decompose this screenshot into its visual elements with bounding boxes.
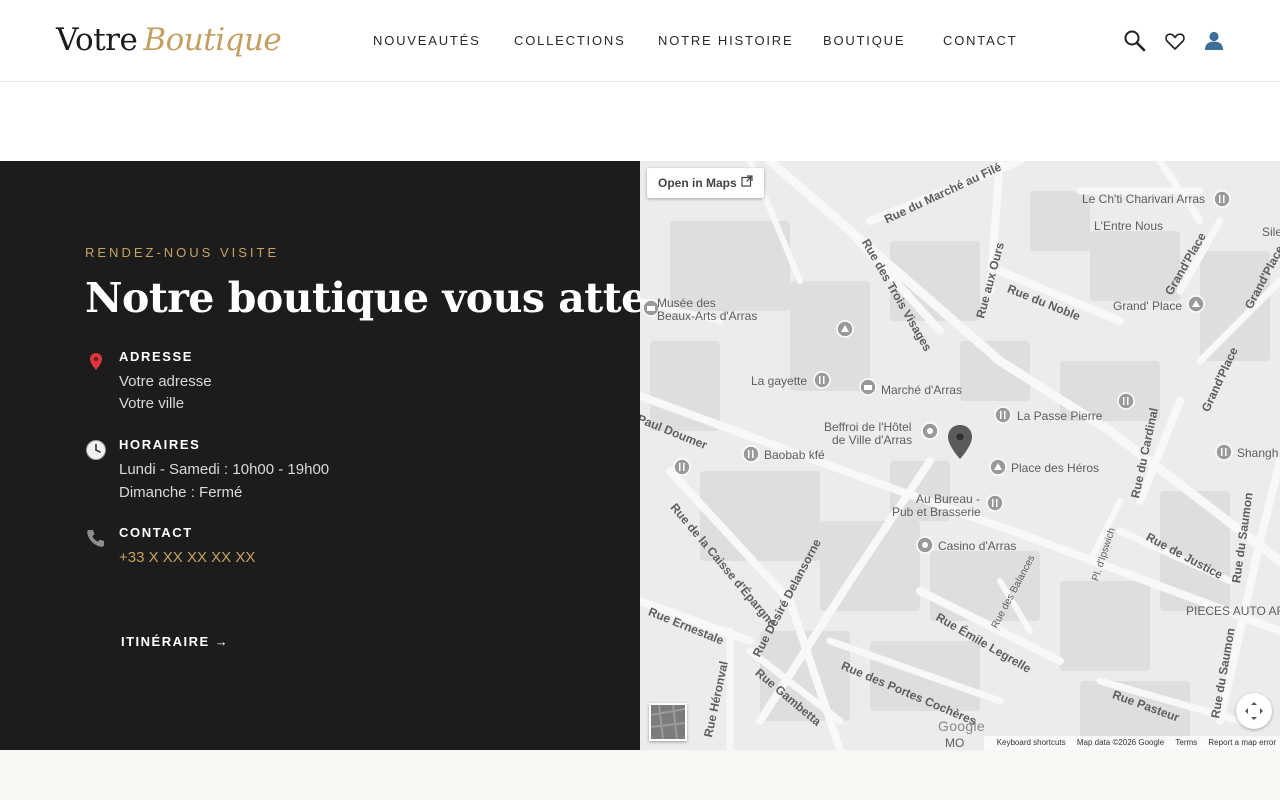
restaurant-poi-icon-3[interactable] bbox=[1116, 391, 1136, 411]
hours-block: HORAIRES Lundi - Samedi : 10h00 - 19h00 … bbox=[85, 437, 565, 503]
nav-collections[interactable]: COLLECTIONS bbox=[514, 31, 626, 51]
heart-icon[interactable] bbox=[1162, 28, 1188, 54]
shanghai-poi-icon[interactable] bbox=[1214, 442, 1234, 462]
map-label-mo: MO bbox=[945, 736, 965, 750]
baobab-poi-icon[interactable] bbox=[741, 444, 761, 464]
casino-poi-icon[interactable] bbox=[915, 535, 935, 555]
open-in-maps-label: Open in Maps bbox=[658, 176, 737, 190]
visit-eyebrow: RENDEZ-NOUS VISITE bbox=[85, 245, 280, 260]
nav-notre-histoire[interactable]: NOTRE HISTOIRE bbox=[658, 31, 793, 51]
fullscreen-button[interactable] bbox=[1236, 693, 1272, 729]
map-data-text: Map data ©2026 Google bbox=[1076, 738, 1165, 747]
map-label-sile: Sile bbox=[1262, 225, 1280, 239]
map-label-la-passe: La Passe Pierre bbox=[1017, 409, 1103, 423]
map-label-pieces: PIECES AUTO AR bbox=[1186, 604, 1280, 618]
user-icon[interactable] bbox=[1201, 28, 1227, 54]
visit-title: Notre boutique vous attend bbox=[85, 274, 705, 322]
grand-place-poi-icon[interactable] bbox=[1186, 294, 1206, 314]
restaurant-poi-icon[interactable] bbox=[812, 370, 832, 390]
pub-poi-icon[interactable] bbox=[985, 493, 1005, 513]
hours-label: HORAIRES bbox=[119, 437, 201, 452]
map-label-baobab: Baobab kfé bbox=[764, 448, 825, 462]
restaurant-poi-icon-2[interactable] bbox=[672, 457, 692, 477]
map-label-le-chti: Le Ch'ti Charivari Arras bbox=[1082, 192, 1205, 206]
contact-label: CONTACT bbox=[119, 525, 193, 540]
map-label-place-heros: Place des Héros bbox=[1011, 461, 1100, 475]
map-attribution: Keyboard shortcuts Map data ©2026 Google… bbox=[983, 736, 1280, 750]
nav-nouveautes[interactable]: NOUVEAUTÉS bbox=[373, 31, 481, 51]
passe-pierre-poi-icon[interactable] bbox=[993, 405, 1013, 425]
location-pin-icon bbox=[85, 351, 107, 373]
open-in-maps-button[interactable]: Open in Maps bbox=[647, 168, 764, 198]
chti-poi-icon[interactable] bbox=[1212, 189, 1232, 209]
map-label-lentre: L'Entre Nous bbox=[1094, 219, 1163, 233]
map-label-shangh: Shangh bbox=[1237, 446, 1279, 460]
map-label-la-gayette: La gayette bbox=[751, 374, 808, 388]
map-label-musee-2: Beaux-Arts d'Arras bbox=[657, 309, 758, 323]
landmark-poi-icon[interactable] bbox=[835, 319, 855, 339]
itinerary-link[interactable]: ITINÉRAIRE → bbox=[121, 633, 229, 651]
contact-phone[interactable]: +33 X XX XX XX XX bbox=[119, 548, 255, 568]
map-label-casino: Casino d'Arras bbox=[938, 539, 1017, 553]
address-line2: Votre ville bbox=[119, 395, 185, 412]
satellite-toggle-button[interactable] bbox=[649, 703, 687, 741]
map-base bbox=[640, 161, 1280, 750]
map-label-beffroi-1: Beffroi de l'Hôtel bbox=[824, 420, 912, 434]
site-header: Votre Boutique NOUVEAUTÉS COLLECTIONS NOT… bbox=[0, 0, 1280, 82]
page-bottom-strip bbox=[0, 750, 1280, 800]
map-label-au-bureau-2: Pub et Brasserie bbox=[892, 505, 981, 519]
visit-section: RENDEZ-NOUS VISITE Notre boutique vous a… bbox=[0, 161, 705, 750]
map-label-marche: Marché d'Arras bbox=[881, 383, 962, 397]
hours-line1: Lundi - Samedi : 10h00 - 19h00 bbox=[119, 461, 330, 478]
google-logo: Google bbox=[938, 718, 985, 734]
address-label: ADRESSE bbox=[119, 349, 194, 364]
main-nav: NOUVEAUTÉS COLLECTIONS NOTRE HISTOIRE BO… bbox=[0, 31, 1280, 51]
hours-line2: Dimanche : Fermé bbox=[119, 484, 243, 501]
nav-boutique[interactable]: BOUTIQUE bbox=[823, 31, 905, 51]
map-label-musee-1: Musée des bbox=[657, 296, 716, 310]
nav-contact[interactable]: CONTACT bbox=[943, 31, 1017, 51]
search-icon[interactable] bbox=[1122, 28, 1148, 54]
map-embed[interactable]: Musée des Beaux-Arts d'Arras La gayette … bbox=[640, 161, 1280, 750]
terms-link[interactable]: Terms bbox=[1175, 738, 1197, 747]
clock-icon bbox=[85, 439, 107, 461]
map-label-beffroi-2: de Ville d'Arras bbox=[832, 433, 913, 447]
external-link-icon bbox=[741, 168, 753, 198]
place-heros-poi-icon[interactable] bbox=[988, 457, 1008, 477]
keyboard-shortcuts-link[interactable]: Keyboard shortcuts bbox=[997, 738, 1066, 747]
report-error-link[interactable]: Report a map error bbox=[1208, 738, 1276, 747]
market-poi-icon[interactable] bbox=[858, 377, 878, 397]
fullscreen-icon bbox=[1245, 702, 1263, 720]
address-line1: Votre adresse bbox=[119, 373, 212, 390]
map-label-au-bureau-1: Au Bureau - bbox=[916, 492, 981, 506]
contact-block: CONTACT +33 X XX XX XX XX bbox=[85, 525, 565, 569]
phone-icon bbox=[85, 527, 107, 549]
beffroi-poi-icon[interactable] bbox=[920, 421, 940, 441]
address-block: ADRESSE Votre adresse Votre ville bbox=[85, 349, 565, 415]
map-label-grand-place: Grand' Place bbox=[1113, 299, 1182, 313]
